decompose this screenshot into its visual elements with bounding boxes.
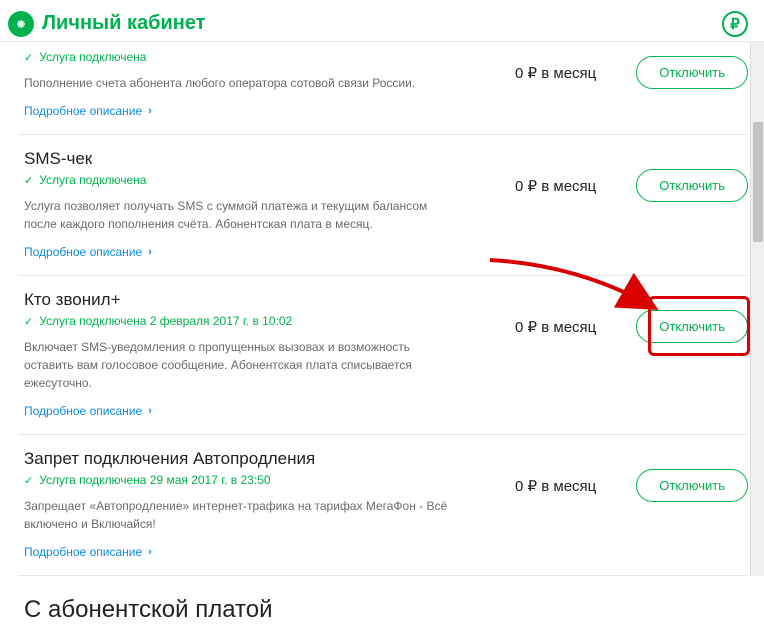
service-title: SMS-чек xyxy=(24,149,454,169)
service-price: 0 ₽ в месяц xyxy=(515,477,596,495)
service-status: ✓ Услуга подключена xyxy=(24,50,454,64)
header-left: Личный кабинет xyxy=(8,11,205,37)
service-description: Услуга позволяет получать SMS с суммой п… xyxy=(24,197,454,233)
service-price: 0 ₽ в месяц xyxy=(515,64,596,82)
chevron-right-icon: › xyxy=(148,405,152,417)
check-icon: ✓ xyxy=(24,474,33,487)
details-text: Подробное описание xyxy=(24,404,142,418)
service-item: ✓ Услуга подключена Пополнение счета або… xyxy=(18,42,748,135)
disable-button[interactable]: Отключить xyxy=(636,56,748,89)
chevron-right-icon: › xyxy=(148,546,152,558)
service-item: Запрет подключения Автопродления ✓ Услуг… xyxy=(18,435,748,576)
service-status: ✓ Услуга подключена 29 мая 2017 г. в 23:… xyxy=(24,473,454,487)
service-status: ✓ Услуга подключена xyxy=(24,173,454,187)
service-description: Пополнение счета абонента любого операто… xyxy=(24,74,454,92)
logo-icon xyxy=(8,11,34,37)
page-title: Личный кабинет xyxy=(42,12,205,35)
details-text: Подробное описание xyxy=(24,104,142,118)
disable-button[interactable]: Отключить xyxy=(636,469,748,502)
service-description: Включает SMS-уведомления о пропущенных в… xyxy=(24,338,454,392)
service-info: Запрет подключения Автопродления ✓ Услуг… xyxy=(24,449,454,559)
status-text: Услуга подключена xyxy=(39,50,146,64)
check-icon: ✓ xyxy=(24,174,33,187)
details-link[interactable]: Подробное описание › xyxy=(24,245,454,259)
header: Личный кабинет ₽ xyxy=(0,0,764,42)
details-link[interactable]: Подробное описание › xyxy=(24,545,454,559)
service-info: ✓ Услуга подключена Пополнение счета або… xyxy=(24,50,454,118)
services-list: ✓ Услуга подключена Пополнение счета або… xyxy=(0,42,764,628)
service-price: 0 ₽ в месяц xyxy=(515,318,596,336)
status-text: Услуга подключена 29 мая 2017 г. в 23:50 xyxy=(39,473,270,487)
disable-button[interactable]: Отключить xyxy=(636,169,748,202)
details-link[interactable]: Подробное описание › xyxy=(24,104,454,118)
service-title: Кто звонил+ xyxy=(24,290,454,310)
details-text: Подробное описание xyxy=(24,245,142,259)
chevron-right-icon: › xyxy=(148,105,152,117)
service-item: SMS-чек ✓ Услуга подключена Услуга позво… xyxy=(18,135,748,276)
check-icon: ✓ xyxy=(24,51,33,64)
status-text: Услуга подключена xyxy=(39,173,146,187)
service-title: Запрет подключения Автопродления xyxy=(24,449,454,469)
service-actions: 0 ₽ в месяц Отключить xyxy=(515,290,748,343)
section-heading: С абонентской платой xyxy=(18,576,748,628)
status-text: Услуга подключена 2 февраля 2017 г. в 10… xyxy=(39,314,292,328)
service-info: SMS-чек ✓ Услуга подключена Услуга позво… xyxy=(24,149,454,259)
ruble-icon[interactable]: ₽ xyxy=(722,11,748,37)
service-status: ✓ Услуга подключена 2 февраля 2017 г. в … xyxy=(24,314,454,328)
details-link[interactable]: Подробное описание › xyxy=(24,404,454,418)
details-text: Подробное описание xyxy=(24,545,142,559)
disable-button[interactable]: Отключить xyxy=(636,310,748,343)
service-actions: 0 ₽ в месяц Отключить xyxy=(515,449,748,502)
chevron-right-icon: › xyxy=(148,246,152,258)
service-item: Кто звонил+ ✓ Услуга подключена 2 феврал… xyxy=(18,276,748,435)
service-actions: 0 ₽ в месяц Отключить xyxy=(515,50,748,89)
service-actions: 0 ₽ в месяц Отключить xyxy=(515,149,748,202)
service-price: 0 ₽ в месяц xyxy=(515,177,596,195)
scrollbar[interactable] xyxy=(750,42,764,576)
scrollbar-thumb[interactable] xyxy=(753,122,763,242)
check-icon: ✓ xyxy=(24,315,33,328)
service-description: Запрещает «Автопродление» интернет-трафи… xyxy=(24,497,454,533)
service-info: Кто звонил+ ✓ Услуга подключена 2 феврал… xyxy=(24,290,454,418)
